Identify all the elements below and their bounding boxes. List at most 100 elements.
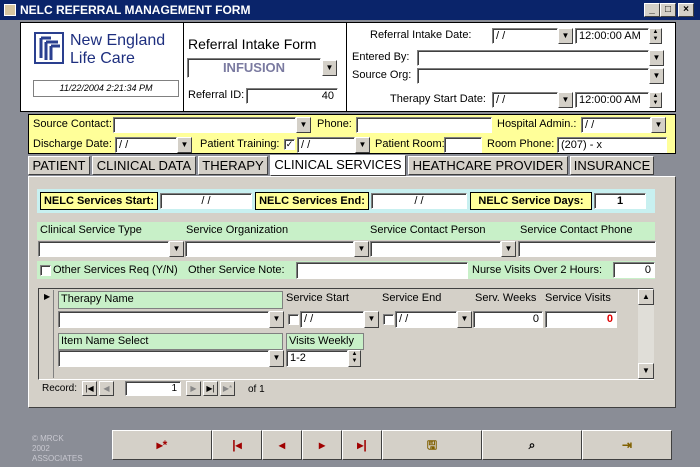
header-divider-1 [183, 22, 184, 112]
patient-room-field[interactable] [444, 137, 482, 153]
source-contact-dropdown-icon[interactable]: ▼ [296, 117, 311, 133]
intake-time-field[interactable]: 12:00:00 AM [575, 28, 649, 44]
scroll-down-icon[interactable]: ▼ [638, 363, 654, 379]
service-start-checkbox[interactable] [288, 314, 299, 325]
serv-weeks-field[interactable]: 0 [473, 311, 543, 328]
logo-line-2: Life Care [70, 50, 135, 67]
maximize-button[interactable]: □ [660, 3, 676, 17]
source-org-dropdown-icon[interactable]: ▼ [649, 68, 664, 84]
clinical-service-type-dropdown-icon[interactable]: ▼ [169, 241, 184, 257]
phone-field[interactable] [356, 117, 492, 133]
tab-clinical-data[interactable]: CLINICAL DATA [92, 156, 196, 175]
service-visits-field[interactable]: 0 [545, 311, 617, 328]
last-record-icon[interactable]: ▶| [203, 381, 218, 396]
patient-training-dropdown-icon[interactable]: ▼ [355, 137, 370, 153]
therapy-start-time-spinner[interactable]: ▲ ▼ [649, 92, 662, 108]
category-select[interactable]: INFUSION [187, 58, 321, 78]
service-days-field[interactable]: 1 [594, 193, 646, 209]
service-start-dropdown-icon[interactable]: ▼ [364, 311, 379, 328]
tab-clinical-services[interactable]: CLINICAL SERVICES [270, 155, 406, 176]
referral-id-field[interactable]: 40 [246, 88, 338, 104]
next-button[interactable]: ▸ [302, 430, 342, 460]
service-contact-person-field[interactable] [370, 241, 501, 257]
service-start-field[interactable]: / / [300, 311, 364, 328]
new-record-icon[interactable]: ▶* [220, 381, 235, 396]
therapy-start-dropdown-icon[interactable]: ▼ [558, 92, 573, 108]
patient-training-checkbox[interactable]: ✓ [284, 139, 295, 150]
service-days-label: NELC Service Days: [470, 192, 592, 210]
next-record-icon[interactable]: ▶ [186, 381, 201, 396]
hospital-admin-dropdown-icon[interactable]: ▼ [651, 117, 666, 133]
tab-healthcare-provider[interactable]: HEATHCARE PROVIDER [408, 156, 568, 175]
item-name-field[interactable] [58, 350, 269, 367]
visits-weekly-spinner[interactable]: ▲ ▼ [348, 350, 361, 367]
save-icon: 🖫 [426, 438, 438, 452]
service-end-checkbox[interactable] [383, 314, 394, 325]
first-button[interactable]: |◂ [212, 430, 262, 460]
window-title: NELC REFERRAL MANAGEMENT FORM [20, 3, 251, 17]
tab-patient[interactable]: PATIENT [28, 156, 90, 175]
therapy-start-time-field[interactable]: 12:00:00 AM [575, 92, 649, 108]
record-selector[interactable]: ▶ [40, 290, 54, 378]
item-name-dropdown-icon[interactable]: ▼ [269, 350, 284, 367]
record-count: of 1 [248, 384, 265, 395]
binoculars-icon: ⌕ [528, 438, 536, 452]
service-contact-phone-field[interactable] [518, 241, 656, 257]
patient-training-date-field[interactable]: / / [297, 137, 355, 153]
patient-room-label: Patient Room: [375, 138, 445, 150]
room-phone-field[interactable]: (207) - x [557, 137, 667, 153]
tab-insurance[interactable]: INSURANCE [570, 156, 654, 175]
service-end-field[interactable]: / / [395, 311, 457, 328]
find-button[interactable]: ⌕ [482, 430, 582, 460]
intake-time-spinner[interactable]: ▲ ▼ [649, 28, 662, 44]
service-organization-dropdown-icon[interactable]: ▼ [354, 241, 369, 257]
services-start-field[interactable]: / / [160, 193, 252, 209]
discharge-date-dropdown-icon[interactable]: ▼ [177, 137, 192, 153]
previous-button[interactable]: ◂ [262, 430, 302, 460]
source-org-field[interactable] [417, 68, 649, 84]
therapy-name-dropdown-icon[interactable]: ▼ [269, 311, 284, 328]
discharge-date-label: Discharge Date: [33, 138, 112, 150]
category-dropdown-icon[interactable]: ▼ [322, 60, 337, 76]
timestamp: 11/22/2004 2:21:34 PM [33, 80, 179, 97]
service-contact-person-dropdown-icon[interactable]: ▼ [501, 241, 516, 257]
last-icon: ▸| [357, 438, 367, 452]
first-record-icon[interactable]: |◀ [82, 381, 97, 396]
header-divider-2 [346, 22, 347, 112]
therapy-name-label: Therapy Name [58, 291, 283, 309]
prev-record-icon[interactable]: ◀ [99, 381, 114, 396]
entered-by-dropdown-icon[interactable]: ▼ [649, 50, 664, 66]
other-service-note-field[interactable] [296, 262, 468, 279]
last-button[interactable]: ▸| [342, 430, 382, 460]
exit-button[interactable]: ⇥ [582, 430, 672, 460]
hospital-admin-field[interactable]: / / [581, 117, 651, 133]
nurse-visits-field[interactable]: 0 [613, 262, 655, 278]
visits-weekly-field[interactable]: 1-2 [286, 350, 348, 367]
nurse-visits-label: Nurse Visits Over 2 Hours: [472, 264, 603, 276]
service-end-dropdown-icon[interactable]: ▼ [457, 311, 472, 328]
entered-by-field[interactable] [417, 50, 649, 66]
services-end-field[interactable]: / / [371, 193, 467, 209]
service-organization-field[interactable] [185, 241, 354, 257]
close-button[interactable]: × [678, 3, 694, 17]
therapy-start-date-field[interactable]: / / [492, 92, 558, 108]
visits-weekly-label: Visits Weekly [286, 333, 364, 350]
record-number-field[interactable]: 1 [125, 381, 181, 396]
therapy-name-field[interactable] [58, 311, 269, 328]
other-services-checkbox[interactable] [40, 265, 51, 276]
service-visits-label: Service Visits [545, 292, 611, 304]
new-record-button[interactable]: ▸* [112, 430, 212, 460]
tab-therapy[interactable]: THERAPY [198, 156, 268, 175]
record-label: Record: [42, 383, 78, 394]
intake-date-dropdown-icon[interactable]: ▼ [558, 28, 573, 44]
minimize-button[interactable]: _ [644, 3, 660, 17]
intake-date-field[interactable]: / / [492, 28, 558, 44]
therapy-start-label: Therapy Start Date: [390, 93, 486, 105]
save-button[interactable]: 🖫 [382, 430, 482, 460]
discharge-date-field[interactable]: / / [115, 137, 177, 153]
services-end-label: NELC Services End: [255, 192, 369, 210]
clinical-service-type-field[interactable] [38, 241, 169, 257]
scroll-up-icon[interactable]: ▲ [638, 289, 654, 305]
window-title-bar: NELC REFERRAL MANAGEMENT FORM _ □ × [0, 0, 700, 20]
source-contact-field[interactable] [113, 117, 296, 133]
